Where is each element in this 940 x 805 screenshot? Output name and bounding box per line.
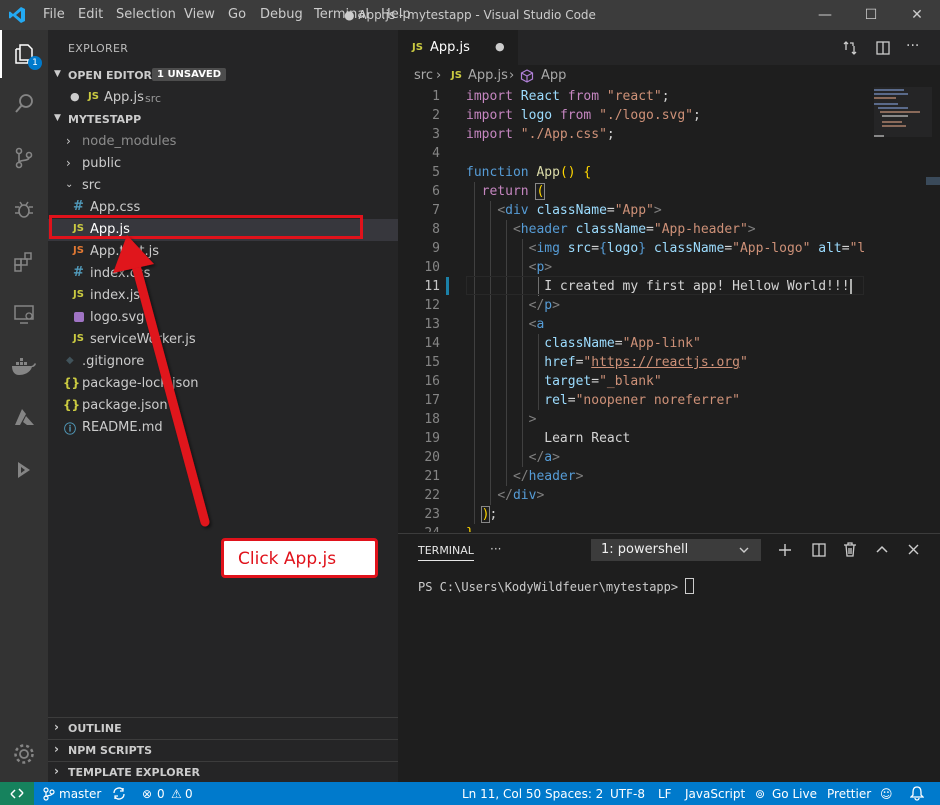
annotation-callout: Click App.js	[221, 538, 378, 578]
annotation-arrow	[113, 235, 210, 527]
callout-text: Click App.js	[238, 549, 337, 569]
